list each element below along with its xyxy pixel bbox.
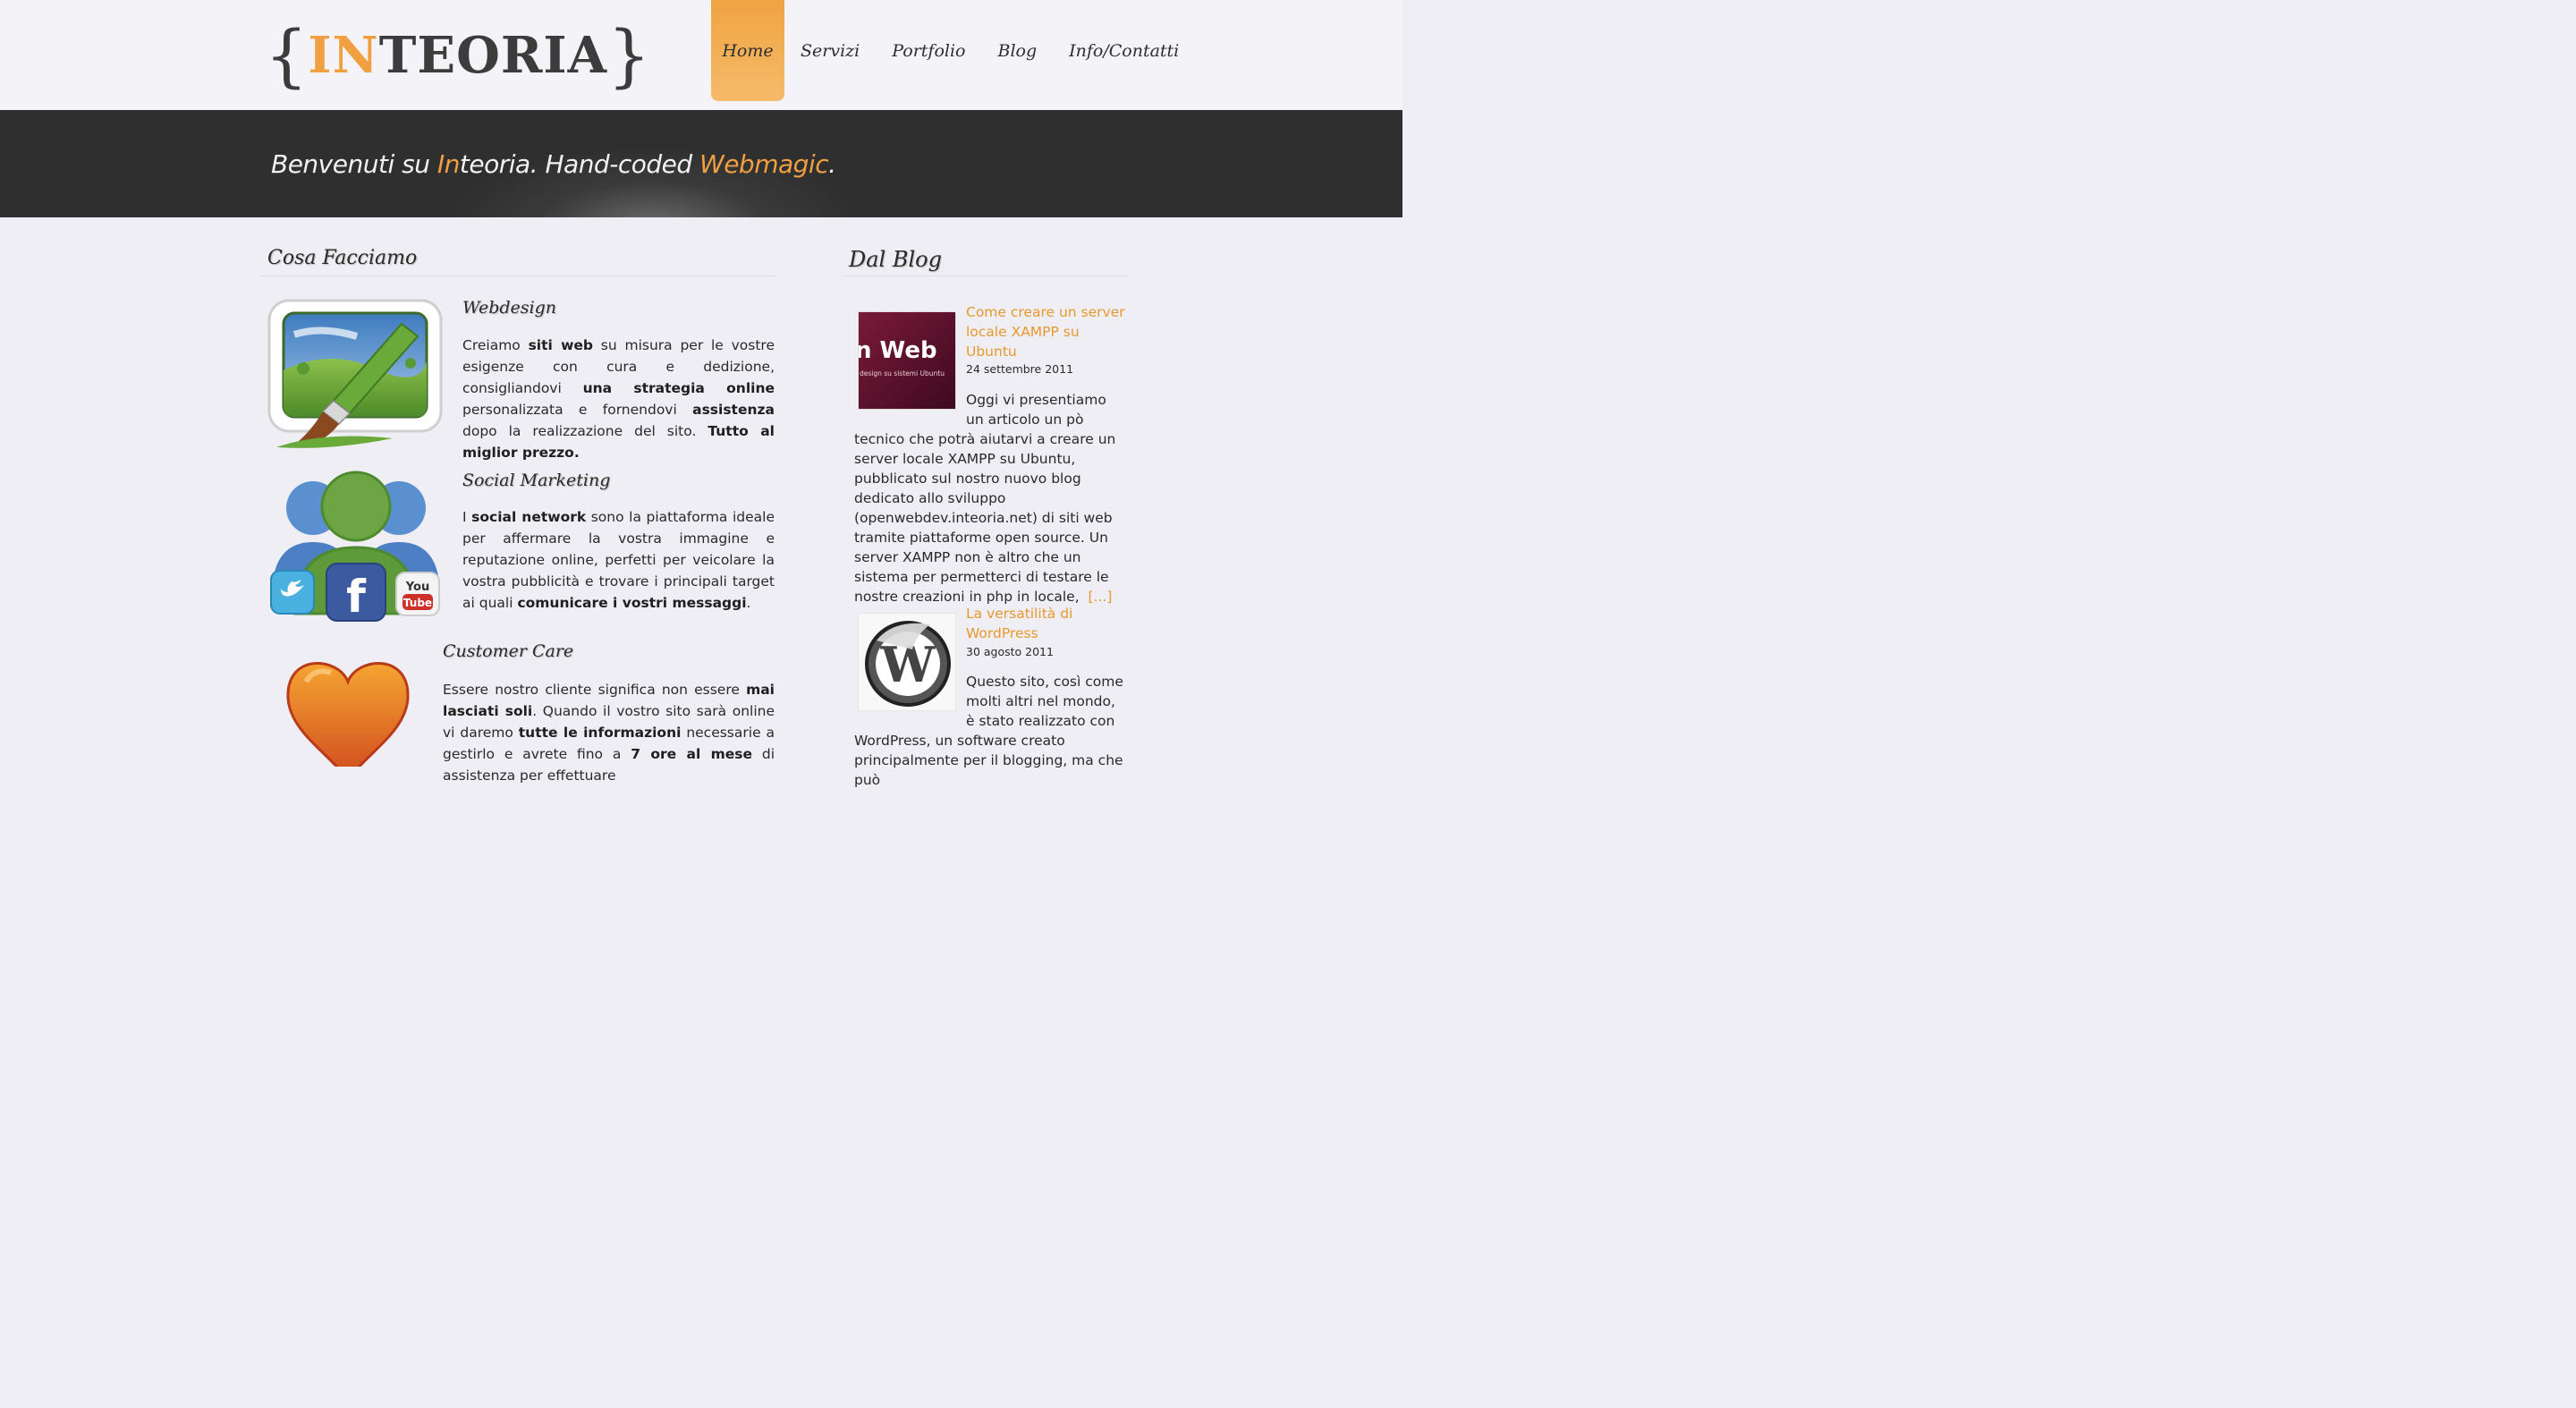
social-marketing-title: Social Marketing bbox=[462, 471, 611, 490]
post-date-xampp: 24 settembre 2011 bbox=[966, 362, 1074, 376]
site-header: { IN TEORIA } Home Servizi Portfolio Blo… bbox=[0, 0, 1402, 110]
banner-in: In bbox=[436, 149, 461, 179]
read-more-link[interactable]: [...] bbox=[1089, 589, 1113, 605]
thumb-web-text: n Web bbox=[858, 337, 937, 364]
nav-home[interactable]: Home bbox=[711, 0, 784, 101]
post-title-xampp[interactable]: Come creare un server locale XAMPP su Ub… bbox=[966, 302, 1125, 361]
webdesign-paintbrush-icon bbox=[267, 299, 445, 454]
social-marketing-text: I social network sono la piattaforma ide… bbox=[462, 509, 775, 611]
nav-info-contatti[interactable]: Info/Contatti bbox=[1053, 0, 1195, 101]
webdesign-title: Webdesign bbox=[462, 298, 557, 318]
webdesign-text: Creiamo siti web su misura per le vostre… bbox=[462, 337, 775, 461]
banner-magic: Webmagic bbox=[699, 149, 829, 179]
welcome-banner: Benvenuti su Inteoria. Hand-coded Webmag… bbox=[0, 110, 1402, 217]
thumb-subtext: design su sistemi Ubuntu bbox=[860, 369, 945, 377]
post-date-wordpress: 30 agosto 2011 bbox=[966, 645, 1054, 658]
thumbnail-wrap-spacer bbox=[854, 390, 966, 429]
logo-rest: TEORIA bbox=[378, 26, 608, 85]
social-marketing-people-icon: f You Tube bbox=[268, 471, 444, 624]
banner-part1: Benvenuti su bbox=[271, 149, 437, 179]
customer-care-text: Essere nostro cliente significa non esse… bbox=[443, 682, 775, 784]
post-excerpt-wordpress: Questo sito, così come molti altri nel m… bbox=[854, 672, 1123, 788]
thumbnail-wrap-spacer bbox=[854, 672, 966, 731]
nav-portfolio[interactable]: Portfolio bbox=[876, 0, 981, 101]
svg-text:Tube: Tube bbox=[403, 597, 432, 609]
post-excerpt-xampp: Oggi vi presentiamo un articolo un pò te… bbox=[854, 390, 1116, 605]
blog-title: Dal Blog bbox=[849, 247, 942, 272]
logo-in: IN bbox=[308, 26, 379, 85]
customer-care-heart-icon bbox=[284, 655, 411, 783]
banner-dot: . bbox=[828, 149, 836, 179]
services-title: Cosa Facciamo bbox=[267, 247, 418, 269]
logo-brace-close: } bbox=[607, 15, 651, 95]
nav-servizi[interactable]: Servizi bbox=[784, 0, 876, 101]
banner-tagline: Benvenuti su Inteoria. Hand-coded Webmag… bbox=[271, 149, 836, 179]
site-logo[interactable]: { IN TEORIA } bbox=[265, 15, 650, 95]
customer-care-title: Customer Care bbox=[443, 641, 574, 661]
svg-text:f: f bbox=[346, 571, 367, 623]
nav-blog[interactable]: Blog bbox=[981, 0, 1053, 101]
svg-text:You: You bbox=[405, 581, 429, 594]
main-nav: Home Servizi Portfolio Blog Info/Contatt… bbox=[711, 0, 1195, 101]
banner-part2: teoria. Hand-coded bbox=[459, 149, 700, 179]
post-title-wordpress[interactable]: La versatilità di WordPress bbox=[966, 604, 1125, 643]
logo-brace-open: { bbox=[265, 15, 309, 95]
